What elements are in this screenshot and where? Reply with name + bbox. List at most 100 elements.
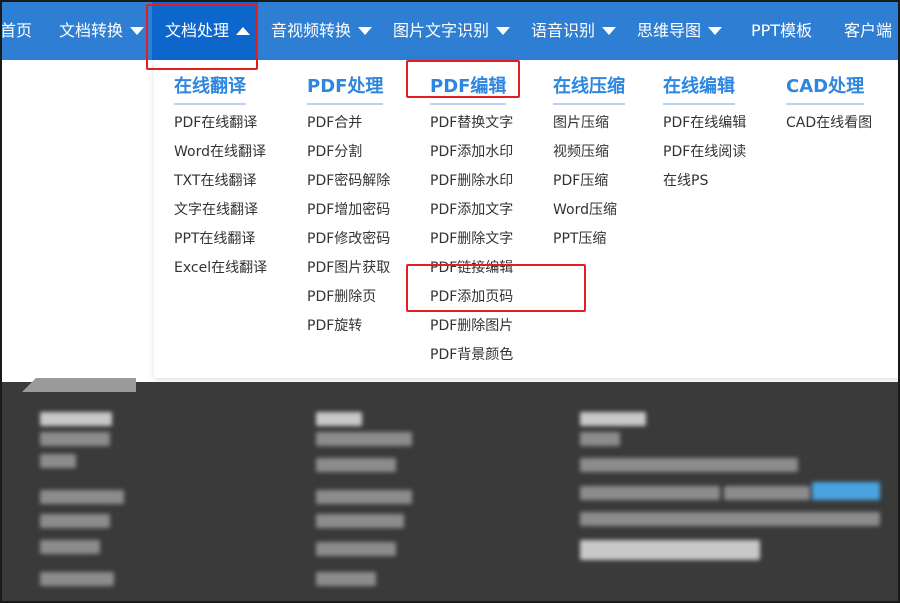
blurred-background [2,378,898,601]
column-list: PDF在线翻译 Word在线翻译 TXT在线翻译 文字在线翻译 PPT在线翻译 … [174,113,267,287]
menu-item[interactable]: PDF替换文字 [430,113,513,142]
nav-item-ppt-template[interactable]: PPT模板 [751,2,812,60]
blurred-text [40,412,112,426]
blurred-text [316,542,396,556]
menu-column-pdf-edit: PDF编辑 PDF替换文字 PDF添加水印 PDF删除水印 PDF添加文字 PD… [430,60,513,374]
menu-item[interactable]: PDF删除文字 [430,229,513,258]
column-title: PDF编辑 [430,72,507,105]
chevron-down-icon [358,26,373,35]
nav-label: 客户端 [844,21,893,40]
menu-item[interactable]: Word压缩 [553,200,625,229]
menu-item[interactable]: PDF背景颜色 [430,345,513,374]
tab-decoration [36,378,136,392]
nav-label: 图片文字识别 [393,21,490,40]
menu-item[interactable]: PDF链接编辑 [430,258,513,287]
blurred-text [580,458,798,472]
menu-item[interactable]: PDF删除页 [307,287,390,316]
menu-item[interactable]: Word在线翻译 [174,142,267,171]
nav-item-speech[interactable]: 语音识别 [531,2,617,60]
blurred-text [580,412,646,426]
menu-item[interactable]: PPT压缩 [553,229,625,258]
menu-item[interactable]: PDF在线翻译 [174,113,267,142]
nav-label: 音视频转换 [271,21,352,40]
menu-item[interactable]: 图片压缩 [553,113,625,142]
doc-process-dropdown: 在线翻译 PDF在线翻译 Word在线翻译 TXT在线翻译 文字在线翻译 PPT… [154,60,898,378]
column-list: PDF替换文字 PDF添加水印 PDF删除水印 PDF添加文字 PDF删除文字 … [430,113,513,374]
menu-item[interactable]: PDF修改密码 [307,229,390,258]
menu-item[interactable]: PDF旋转 [307,316,390,345]
menu-item[interactable]: PDF添加文字 [430,200,513,229]
blurred-text [316,458,396,472]
menu-item[interactable]: PDF添加水印 [430,142,513,171]
blurred-text [40,432,110,446]
nav-item-client[interactable]: 客户端 [844,2,892,60]
menu-item[interactable]: 文字在线翻译 [174,200,267,229]
nav-label: 文档转换 [59,21,124,40]
menu-item[interactable]: CAD在线看图 [786,113,872,142]
menu-item[interactable]: PPT在线翻译 [174,229,267,258]
menu-item[interactable]: PDF删除水印 [430,171,513,200]
column-list: CAD在线看图 [786,113,872,142]
chevron-down-icon [130,26,145,35]
menu-column-online-edit: 在线编辑 PDF在线编辑 PDF在线阅读 在线PS [663,60,746,200]
menu-item[interactable]: PDF删除图片 [430,316,513,345]
column-title: 在线翻译 [174,72,246,105]
column-list: PDF合并 PDF分割 PDF密码解除 PDF增加密码 PDF修改密码 PDF图… [307,113,390,345]
menu-item[interactable]: PDF密码解除 [307,171,390,200]
chevron-up-icon [236,26,251,35]
menu-column-translate: 在线翻译 PDF在线翻译 Word在线翻译 TXT在线翻译 文字在线翻译 PPT… [174,60,267,287]
nav-item-ocr[interactable]: 图片文字识别 [393,2,511,60]
blurred-text [40,514,110,528]
nav-label: 思维导图 [637,21,702,40]
blurred-link [812,482,880,500]
column-title: 在线编辑 [663,72,735,105]
menu-item[interactable]: PDF图片获取 [307,258,390,287]
blurred-text [316,412,362,426]
blurred-text [316,514,404,528]
nav-label: PPT模板 [751,21,813,40]
column-title: PDF处理 [307,72,384,105]
menu-item[interactable]: TXT在线翻译 [174,171,267,200]
nav-label: 语音识别 [531,21,596,40]
nav-label: 首页 [0,21,33,40]
blurred-text [316,572,376,586]
menu-item[interactable]: PDF添加页码 [430,287,513,316]
nav-item-doc-convert[interactable]: 文档转换 [59,2,145,60]
column-list: PDF在线编辑 PDF在线阅读 在线PS [663,113,746,200]
blurred-text [580,540,760,560]
blurred-text [40,490,124,504]
menu-item[interactable]: PDF压缩 [553,171,625,200]
menu-item[interactable]: 在线PS [663,171,746,200]
column-title: CAD处理 [786,72,865,105]
menu-item[interactable]: PDF分割 [307,142,390,171]
chevron-down-icon [496,26,511,35]
nav-label: 文档处理 [165,21,230,40]
blurred-text [580,512,880,526]
column-list: 图片压缩 视频压缩 PDF压缩 Word压缩 PPT压缩 [553,113,625,258]
menu-item[interactable]: PDF在线编辑 [663,113,746,142]
menu-item[interactable]: PDF在线阅读 [663,142,746,171]
blurred-text [316,490,412,504]
chevron-down-icon [602,26,617,35]
menu-column-pdf-process: PDF处理 PDF合并 PDF分割 PDF密码解除 PDF增加密码 PDF修改密… [307,60,390,345]
menu-item[interactable]: PDF合并 [307,113,390,142]
chevron-down-icon [708,26,723,35]
nav-item-mindmap[interactable]: 思维导图 [637,2,723,60]
blurred-text [40,454,76,468]
menu-column-compress: 在线压缩 图片压缩 视频压缩 PDF压缩 Word压缩 PPT压缩 [553,60,625,258]
nav-item-av-convert[interactable]: 音视频转换 [271,2,373,60]
column-title: 在线压缩 [553,72,625,105]
blurred-text [580,486,720,500]
menu-item[interactable]: Excel在线翻译 [174,258,267,287]
menu-item[interactable]: PDF增加密码 [307,200,390,229]
blurred-text [580,432,620,446]
top-nav: 首页 文档转换 文档处理 音视频转换 图片文字识别 语音识别 思维导图 PPT模… [0,2,898,60]
menu-item[interactable]: 视频压缩 [553,142,625,171]
blurred-text [40,540,100,554]
blurred-text [724,486,810,500]
nav-item-home[interactable]: 首页 [0,2,33,60]
blurred-text [40,572,114,586]
menu-column-cad: CAD处理 CAD在线看图 [786,60,872,142]
blurred-text [316,432,412,446]
nav-item-doc-process[interactable]: 文档处理 [152,2,258,60]
